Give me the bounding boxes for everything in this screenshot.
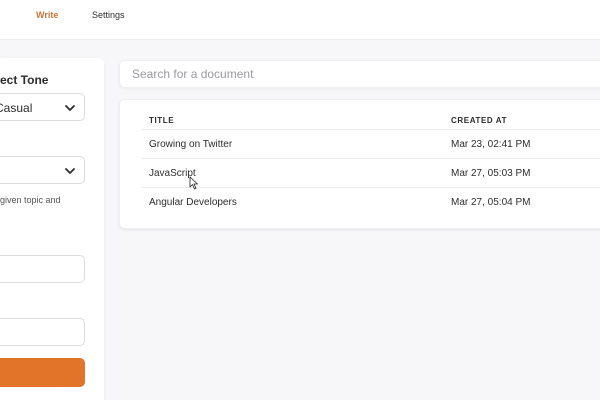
column-header-created-at: CREATED AT — [451, 116, 508, 125]
row-created-at: Mar 27, 05:03 PM — [451, 168, 531, 179]
secondary-select[interactable] — [0, 156, 85, 184]
tone-select[interactable]: Casual — [0, 93, 85, 121]
select-tone-heading: ect Tone — [0, 73, 49, 87]
column-header-title: TITLE — [149, 116, 175, 125]
document-settings-panel: ect Tone Casual given topic and — [0, 58, 104, 400]
table-row[interactable]: Angular Developers Mar 27, 05:04 PM — [141, 187, 600, 216]
topic-hint-text: given topic and — [0, 195, 61, 205]
tone-select-value: Casual — [0, 101, 33, 115]
row-title: Angular Developers — [149, 197, 237, 208]
chevron-down-icon — [65, 105, 75, 111]
generate-button[interactable] — [0, 358, 85, 387]
mouse-pointer-icon — [189, 176, 198, 190]
text-input-field[interactable] — [0, 318, 85, 346]
row-created-at: Mar 27, 05:04 PM — [451, 197, 531, 208]
text-input-field[interactable] — [0, 255, 85, 283]
table-row[interactable]: Growing on Twitter Mar 23, 02:41 PM — [141, 129, 600, 158]
table-row[interactable]: JavaScript Mar 27, 05:03 PM — [141, 158, 600, 187]
documents-table: TITLE CREATED AT Growing on Twitter Mar … — [119, 99, 600, 229]
document-search — [119, 60, 600, 88]
row-created-at: Mar 23, 02:41 PM — [451, 139, 531, 150]
top-navigation: Write Settings — [0, 0, 600, 40]
search-input[interactable] — [120, 61, 600, 87]
nav-write-link[interactable]: Write — [36, 10, 58, 20]
row-title: Growing on Twitter — [149, 139, 233, 150]
chevron-down-icon — [65, 168, 75, 174]
nav-settings-link[interactable]: Settings — [92, 10, 125, 20]
